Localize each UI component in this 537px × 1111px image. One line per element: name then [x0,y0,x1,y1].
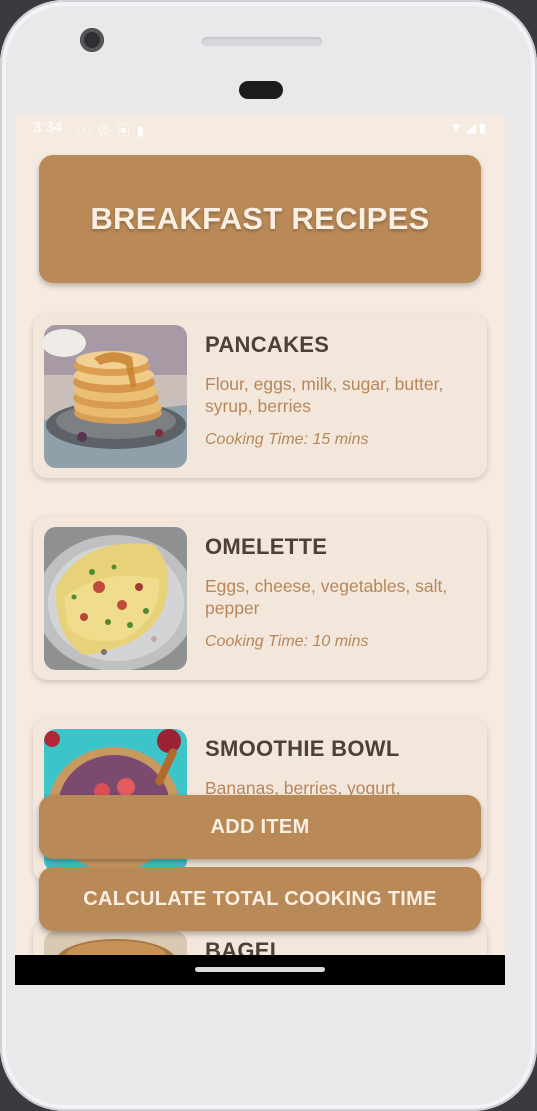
phone-frame: 3:34 ⓘ⊘▣▮ ▼◢▮ BREAKFAST RECIPES PANCAKES… [0,0,537,1111]
status-system-icons: ▼◢▮ [450,120,489,136]
home-gesture-handle[interactable] [195,967,325,972]
recipe-ingredients: Flour, eggs, milk, sugar, butter, syrup,… [205,374,444,416]
recipe-title: OMELETTE [205,534,328,559]
recipe-ingredients: Eggs, cheese, vegetables, salt, pepper [205,576,448,618]
recipe-card-omelette[interactable]: OMELETTE Eggs, cheese, vegetables, salt,… [33,516,487,680]
translate-icon: ▣ [117,123,138,138]
front-camera [80,28,104,52]
status-bar: 3:34 ⓘ⊘▣▮ ▼◢▮ [15,115,505,141]
recipe-title: SMOOTHIE BOWL [205,736,400,761]
no-disturb-icon: ⊘ [97,123,118,138]
proximity-sensor [239,81,283,99]
calculate-total-time-button[interactable]: CALCULATE TOTAL COOKING TIME [39,867,481,931]
app-screen: 3:34 ⓘ⊘▣▮ ▼◢▮ BREAKFAST RECIPES PANCAKES… [15,115,505,985]
recipe-cooking-time: Cooking Time: 10 mins [205,633,369,650]
earpiece-speaker [202,37,322,46]
recipe-image-omelette [44,527,187,670]
header-banner: BREAKFAST RECIPES [39,155,481,283]
recipe-image-pancakes [44,325,187,468]
status-time: 3:34 [33,119,63,136]
signal-icon: ◢ [465,120,479,135]
recipe-card-pancakes[interactable]: PANCAKES Flour, eggs, milk, sugar, butte… [33,314,487,478]
wifi-icon: ▼ [449,120,466,135]
sd-card-icon: ▮ [137,123,152,138]
status-notification-icons: ⓘ⊘▣▮ [77,120,151,139]
recipe-title: PANCAKES [205,332,330,357]
page-title: BREAKFAST RECIPES [90,201,430,236]
battery-icon: ▮ [478,120,489,135]
recipe-cooking-time: Cooking Time: 15 mins [205,431,369,448]
navigation-bar [15,955,505,985]
add-item-button[interactable]: ADD ITEM [39,795,481,859]
info-icon: ⓘ [77,123,98,138]
